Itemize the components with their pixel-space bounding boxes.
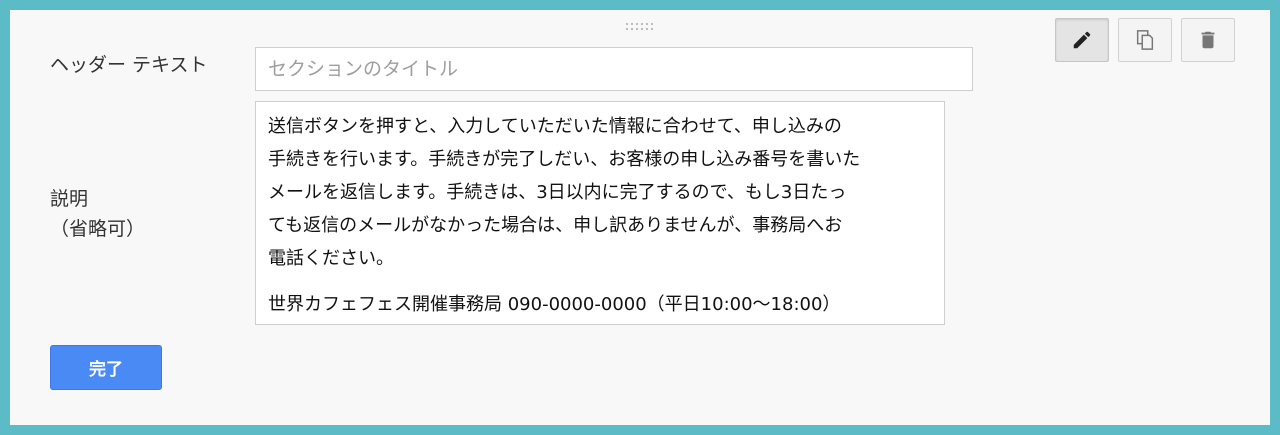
- description-label-optional: （省略可）: [50, 218, 146, 240]
- description-textarea[interactable]: 送信ボタンを押すと、入力していただいた情報に合わせて、申し込みの 手続きを行いま…: [255, 101, 945, 325]
- description-line: メールを返信します。手続きは、3日以内に完了するので、もし3日たっ: [268, 182, 847, 203]
- trash-icon: [1201, 31, 1215, 49]
- delete-button[interactable]: [1181, 18, 1235, 62]
- drag-handle[interactable]: [626, 23, 656, 33]
- description-contact: 世界カフェフェス開催事務局 090-0000-0000（平日10:00〜18:0…: [268, 294, 841, 315]
- description-label: 説明 （省略可）: [50, 184, 145, 244]
- header-text-label: ヘッダー テキスト: [50, 54, 208, 76]
- pencil-icon: [1073, 31, 1091, 49]
- copy-icon: [1136, 30, 1154, 50]
- description-line: 電話ください。: [268, 248, 394, 269]
- section-editor-card: ヘッダー テキスト 説明 （省略可） 送信ボタンを押すと、入力していただいた情報…: [10, 10, 1270, 425]
- done-button[interactable]: 完了: [50, 345, 162, 390]
- description-line: ても返信のメールがなかった場合は、申し訳ありませんが、事務局へお: [268, 215, 843, 236]
- description-label-title: 説明: [50, 188, 89, 210]
- description-line: 送信ボタンを押すと、入力していただいた情報に合わせて、申し込みの: [268, 116, 842, 137]
- item-toolbar: [1055, 18, 1235, 62]
- edit-button[interactable]: [1055, 18, 1109, 62]
- header-text-input[interactable]: [255, 47, 973, 91]
- description-line: 手続きを行います。手続きが完了しだい、お客様の申し込み番号を書いた: [268, 149, 861, 170]
- duplicate-button[interactable]: [1118, 18, 1172, 62]
